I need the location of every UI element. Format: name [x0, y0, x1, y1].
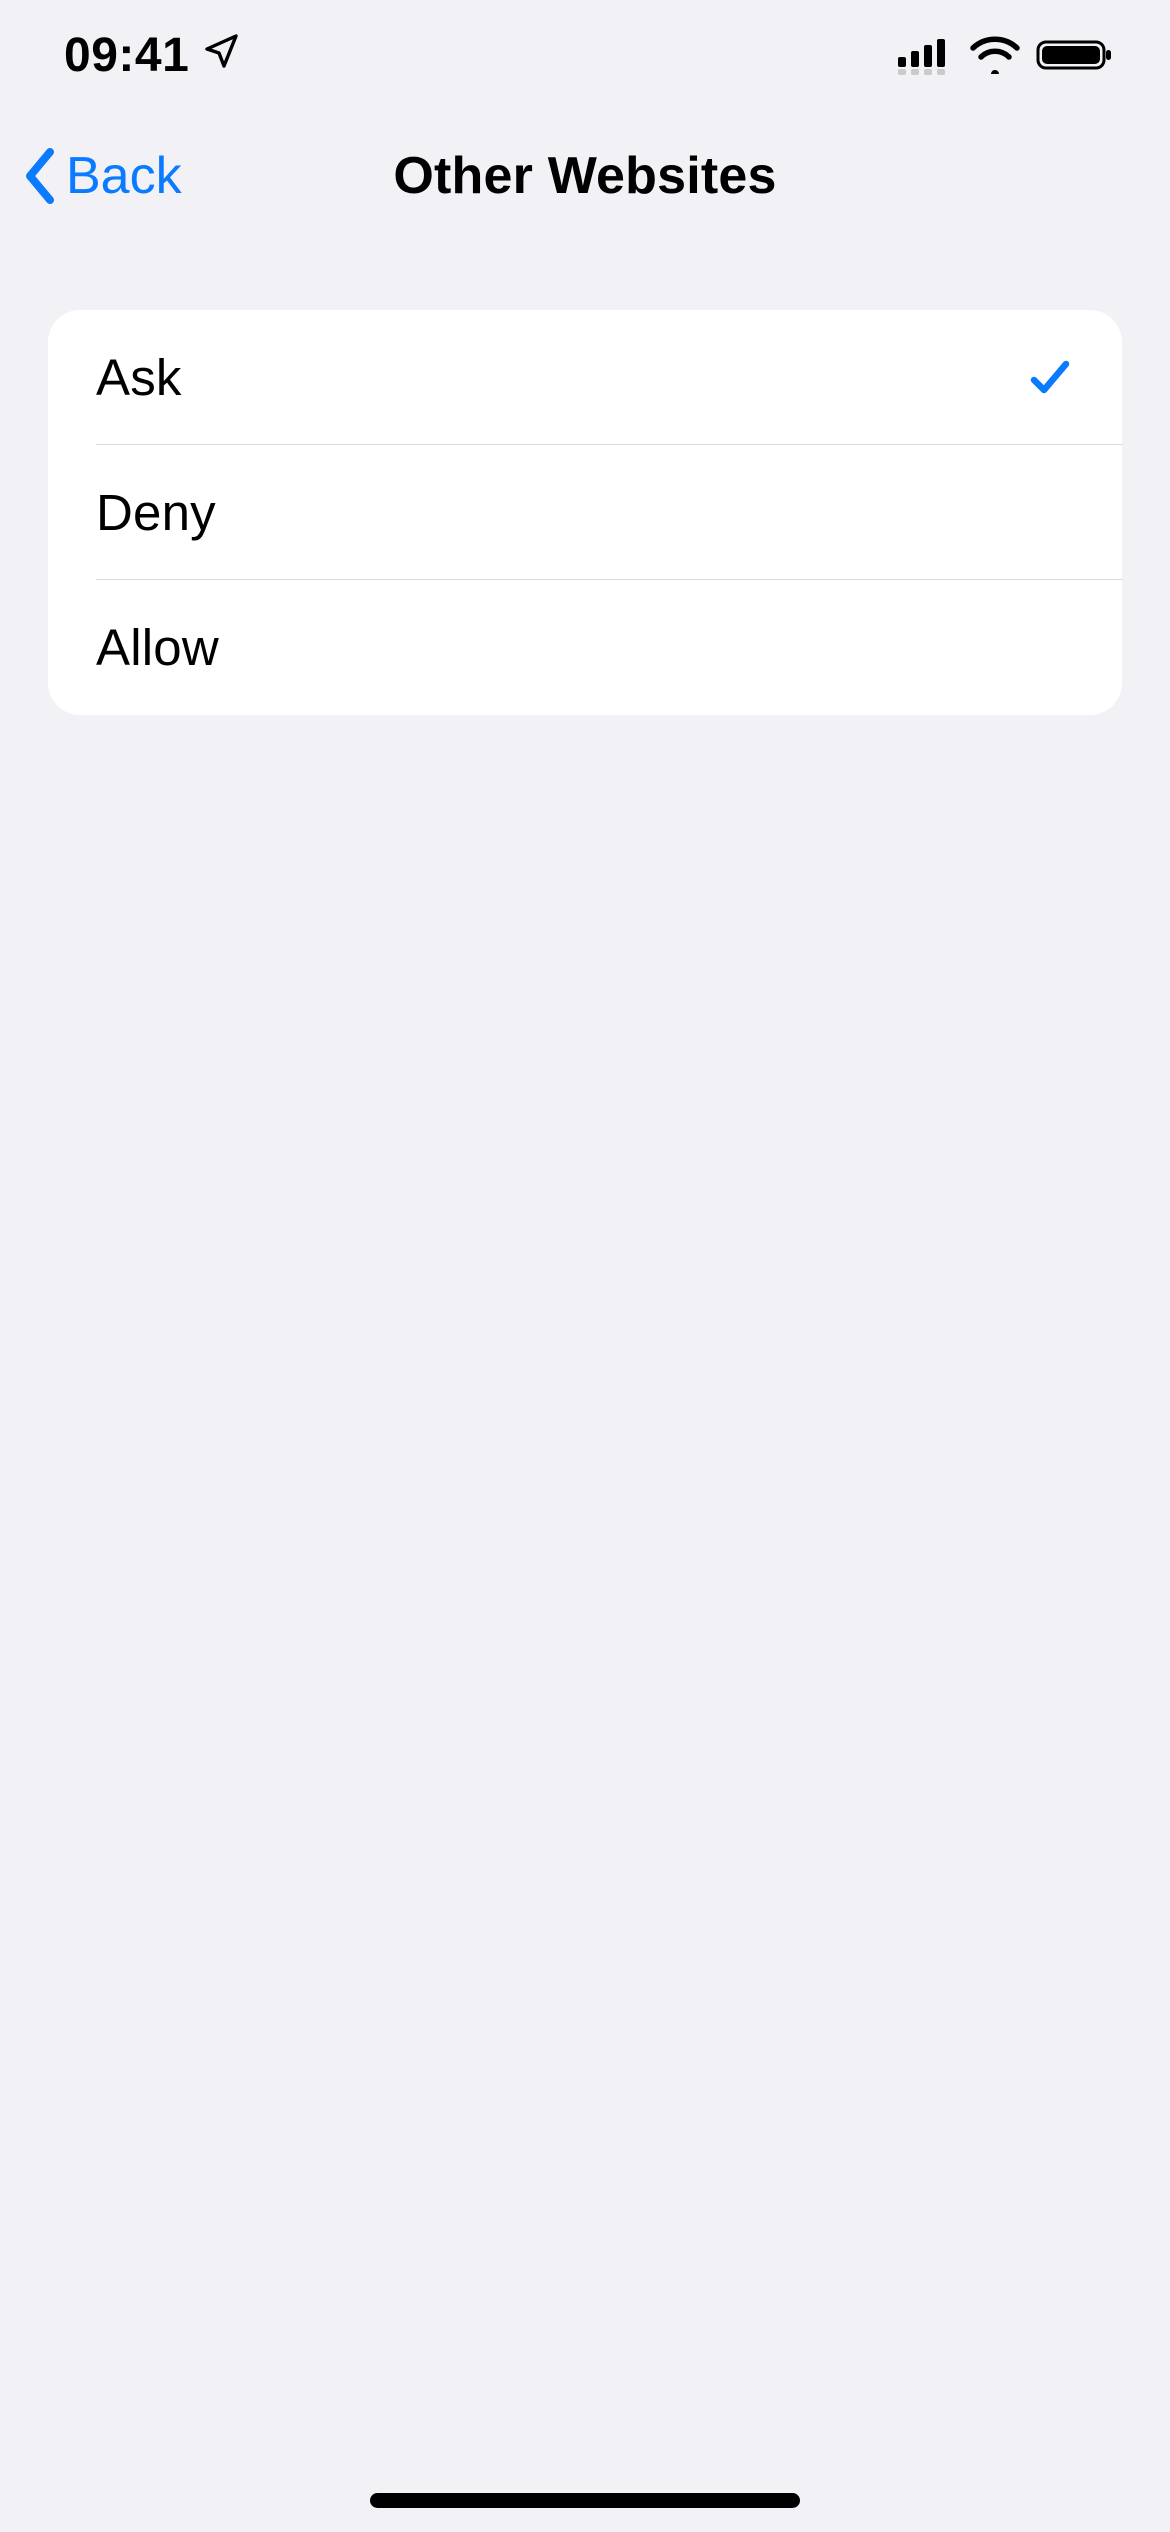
- status-right: [896, 35, 1114, 75]
- options-list: Ask Deny Allow: [48, 310, 1122, 715]
- option-allow[interactable]: Allow: [48, 580, 1122, 715]
- option-ask[interactable]: Ask: [48, 310, 1122, 445]
- option-deny[interactable]: Deny: [48, 445, 1122, 580]
- back-label: Back: [66, 146, 182, 206]
- status-left: 09:41: [64, 28, 241, 83]
- option-label: Ask: [96, 348, 182, 407]
- option-label: Deny: [96, 483, 216, 542]
- status-time: 09:41: [64, 28, 189, 83]
- checkmark-icon: [1026, 354, 1074, 402]
- location-icon: [201, 28, 241, 83]
- status-bar: 09:41: [0, 0, 1170, 110]
- chevron-left-icon: [22, 146, 60, 206]
- wifi-icon: [970, 36, 1020, 74]
- cellular-icon: [896, 35, 954, 75]
- nav-bar: Back Other Websites: [0, 110, 1170, 242]
- page-title: Other Websites: [393, 146, 776, 206]
- battery-icon: [1036, 36, 1114, 74]
- back-button[interactable]: Back: [22, 146, 182, 206]
- home-indicator: [370, 2493, 800, 2508]
- option-label: Allow: [96, 618, 219, 677]
